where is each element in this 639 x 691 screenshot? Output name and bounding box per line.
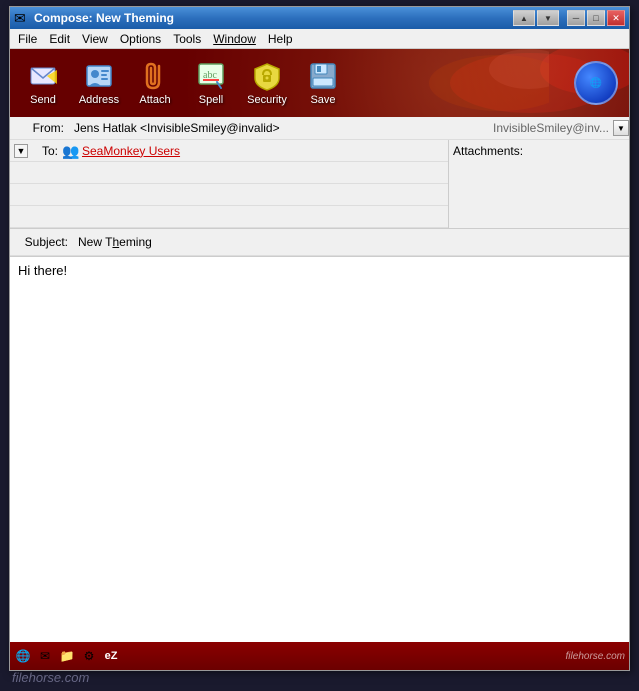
save-icon <box>307 60 339 92</box>
toolbar: 🌐 Send <box>10 49 629 117</box>
toolbar-globe: 🌐 <box>571 53 621 113</box>
subject-row: Subject: New Theming <box>10 229 629 256</box>
address-button[interactable]: Address <box>72 54 126 112</box>
menu-edit[interactable]: Edit <box>43 30 76 48</box>
scroll-down-button[interactable]: ▼ <box>537 10 559 26</box>
status-folder-icon: 📁 <box>58 647 76 665</box>
recipient-icon: 👥 <box>62 143 78 159</box>
attach-icon <box>139 60 171 92</box>
menu-window[interactable]: Window <box>207 30 262 48</box>
save-button[interactable]: Save <box>296 54 350 112</box>
menu-help[interactable]: Help <box>262 30 299 48</box>
attachments-section: Attachments: <box>449 140 629 228</box>
attach-button[interactable]: Attach <box>128 54 182 112</box>
to-section: ▼ To: 👥 SeaMonkey Users <box>10 140 449 228</box>
to-row: ▼ To: 👥 SeaMonkey Users <box>10 140 448 162</box>
address-label: Address <box>79 94 119 106</box>
to-empty-row-3 <box>10 206 448 228</box>
spell-label: Spell <box>199 94 223 106</box>
subject-content: New Theming <box>74 231 625 253</box>
spell-icon: abc <box>195 60 227 92</box>
titlebar: ✉ Compose: New Theming ▲ ▼ ─ □ ✕ <box>10 7 629 29</box>
subject-label: Subject: <box>14 235 74 249</box>
menubar: File Edit View Options Tools Window Help <box>10 29 629 49</box>
menu-options[interactable]: Options <box>114 30 167 48</box>
address-icon <box>83 60 115 92</box>
from-dropdown[interactable]: ▼ <box>613 120 629 136</box>
to-label: To: <box>32 144 62 158</box>
to-empty-row-2 <box>10 184 448 206</box>
status-ez-label: eZ <box>102 647 120 665</box>
outer-watermark: filehorse.com <box>12 670 89 685</box>
send-label: Send <box>30 94 56 106</box>
send-button[interactable]: Send <box>16 54 70 112</box>
toolbar-decoration <box>349 49 549 117</box>
titlebar-buttons: ▲ ▼ ─ □ ✕ <box>513 10 625 26</box>
close-button[interactable]: ✕ <box>607 10 625 26</box>
attachments-label: Attachments: <box>453 144 523 158</box>
menu-file[interactable]: File <box>12 30 43 48</box>
send-icon <box>27 60 59 92</box>
main-window: ✉ Compose: New Theming ▲ ▼ ─ □ ✕ File Ed… <box>9 6 630 671</box>
save-label: Save <box>310 94 335 106</box>
recipient-name[interactable]: SeaMonkey Users <box>82 144 180 158</box>
minimize-button[interactable]: ─ <box>567 10 585 26</box>
status-globe-icon: 🌐 <box>14 647 32 665</box>
filehorse-watermark: filehorse.com <box>566 651 625 662</box>
security-label: Security <box>247 94 287 106</box>
subject-value: New Theming <box>78 235 152 249</box>
statusbar: 🌐 ✉ 📁 ⚙ eZ filehorse.com <box>10 642 629 670</box>
attach-label: Attach <box>139 94 170 106</box>
security-icon <box>251 60 283 92</box>
from-content: Jens Hatlak <InvisibleSmiley@invalid> In… <box>70 117 613 139</box>
menu-tools[interactable]: Tools <box>167 30 207 48</box>
from-value: Jens Hatlak <InvisibleSmiley@invalid> <box>74 121 489 135</box>
status-gear-icon: ⚙ <box>80 647 98 665</box>
to-attachments-area: ▼ To: 👥 SeaMonkey Users Attachments: <box>10 140 629 229</box>
body-area[interactable]: Hi there! <box>10 257 629 642</box>
scroll-up-button[interactable]: ▲ <box>513 10 535 26</box>
window-icon: ✉ <box>14 10 30 26</box>
spell-button[interactable]: abc Spell <box>184 54 238 112</box>
security-button[interactable]: Security <box>240 54 294 112</box>
body-text: Hi there! <box>18 263 67 278</box>
from-ghost: InvisibleSmiley@inv... <box>493 121 609 135</box>
from-field: Jens Hatlak <InvisibleSmiley@invalid> In… <box>74 121 609 135</box>
window-title: Compose: New Theming <box>34 11 513 25</box>
menu-view[interactable]: View <box>76 30 114 48</box>
from-label: From: <box>10 121 70 135</box>
to-empty-row-1 <box>10 162 448 184</box>
from-row: From: Jens Hatlak <InvisibleSmiley@inval… <box>10 117 629 140</box>
to-expand-button[interactable]: ▼ <box>14 144 28 158</box>
status-mail-icon: ✉ <box>36 647 54 665</box>
header-area: From: Jens Hatlak <InvisibleSmiley@inval… <box>10 117 629 257</box>
restore-button[interactable]: □ <box>587 10 605 26</box>
